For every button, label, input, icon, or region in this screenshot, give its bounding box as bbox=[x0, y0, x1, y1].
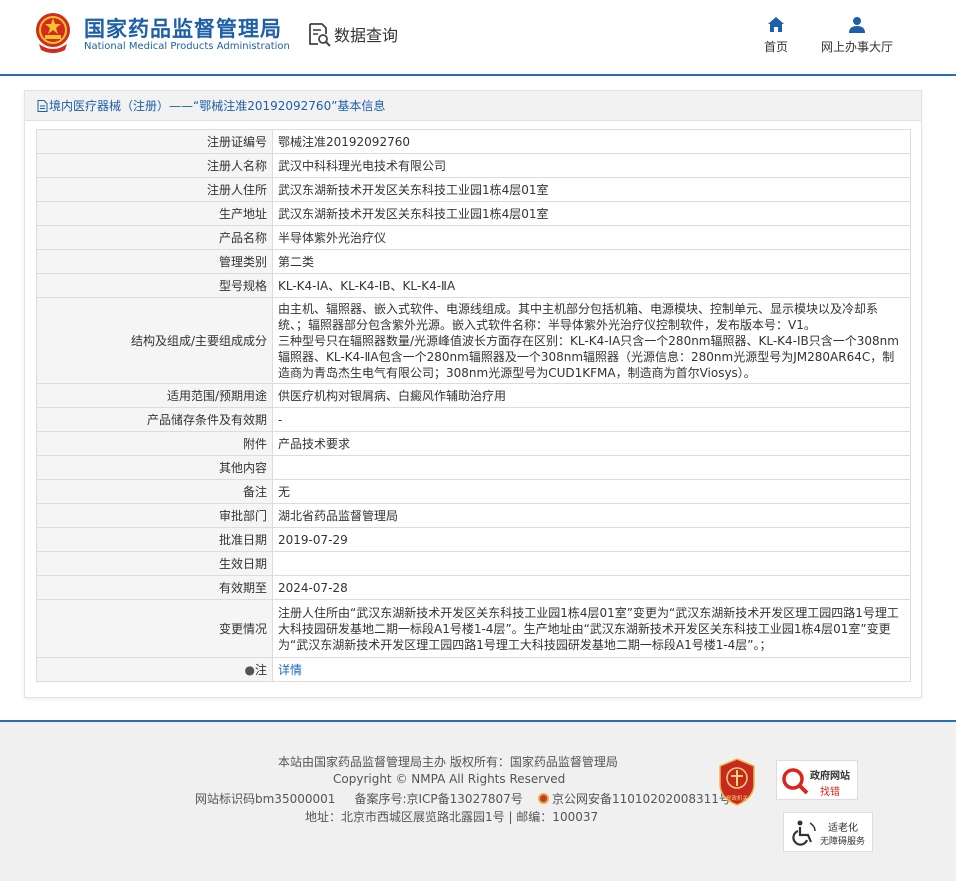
table-row: 注册证编号 鄂械注准20192092760 bbox=[36, 129, 911, 154]
row-label: 注册人住所 bbox=[36, 177, 273, 202]
table-row: 批准日期 2019-07-29 bbox=[36, 527, 911, 552]
document-icon bbox=[37, 99, 48, 112]
row-value bbox=[272, 551, 911, 576]
row-value: 湖北省药品监督管理局 bbox=[272, 503, 911, 528]
row-label: 生产地址 bbox=[36, 201, 273, 226]
table-row: 产品名称 半导体紫外光治疗仪 bbox=[36, 225, 911, 250]
nav-online-hall[interactable]: 网上办事大厅 bbox=[814, 16, 900, 55]
row-value: - bbox=[272, 407, 911, 432]
row-label: 审批部门 bbox=[36, 503, 273, 528]
gov-site-sub: 找错 bbox=[820, 787, 840, 798]
table-row: ●注 详情 bbox=[36, 657, 911, 682]
accessibility-service[interactable]: 适老化 无障碍服务 bbox=[783, 812, 873, 852]
footer-site-id: 网站标识码bm35000001 bbox=[195, 792, 336, 806]
table-row: 注册人住所 武汉东湖新技术开发区关东科技工业园1栋4层01室 bbox=[36, 177, 911, 202]
table-row: 产品储存条件及有效期 - bbox=[36, 407, 911, 432]
party-government-badge-icon[interactable]: 党政机关 bbox=[717, 758, 757, 806]
footer-police-link[interactable]: 京公网安备11010202008311号 bbox=[552, 792, 731, 806]
footer-copyright: Copyright © NMPA All Rights Reserved bbox=[333, 772, 566, 786]
details-link[interactable]: 详情 bbox=[278, 663, 302, 677]
table-row: 生效日期 bbox=[36, 551, 911, 576]
magnifier-icon bbox=[782, 768, 809, 795]
site-footer: 本站由国家药品监督管理局主办 版权所有：国家药品监督管理局 Copyright … bbox=[0, 722, 956, 881]
row-label: 批准日期 bbox=[36, 527, 273, 552]
note-label: 注 bbox=[254, 663, 267, 677]
row-value: 2024-07-28 bbox=[272, 575, 911, 600]
row-label: 其他内容 bbox=[36, 455, 273, 480]
table-row: 附件 产品技术要求 bbox=[36, 431, 911, 456]
row-label: 适用范围/预期用途 bbox=[36, 383, 273, 408]
row-value: 由主机、辐照器、嵌入式软件、电源线组成。其中主机部分包括机箱、电源模块、控制单元… bbox=[272, 297, 911, 384]
table-row: 有效期至 2024-07-28 bbox=[36, 575, 911, 600]
row-value: 无 bbox=[272, 479, 911, 504]
note-label-cell: ●注 bbox=[36, 657, 273, 682]
row-value: 武汉中科科理光电技术有限公司 bbox=[272, 153, 911, 178]
police-badge-icon bbox=[538, 793, 550, 804]
gov-site-title: 政府网站 bbox=[810, 771, 850, 782]
table-row: 其他内容 bbox=[36, 455, 911, 480]
user-icon bbox=[849, 17, 865, 33]
nav-home-label: 首页 bbox=[763, 40, 788, 54]
row-value: 武汉东湖新技术开发区关东科技工业园1栋4层01室 bbox=[272, 201, 911, 226]
elder-title: 适老化 bbox=[828, 823, 858, 834]
row-label: 生效日期 bbox=[36, 551, 273, 576]
row-label: 产品储存条件及有效期 bbox=[36, 407, 273, 432]
row-value: 第二类 bbox=[272, 249, 911, 274]
gov-site-error-report[interactable]: 政府网站 找错 bbox=[776, 760, 858, 800]
table-row: 管理类别 第二类 bbox=[36, 249, 911, 274]
row-label: 注册证编号 bbox=[36, 129, 273, 154]
row-value: 注册人住所由“武汉东湖新技术开发区关东科技工业园1栋4层01室”变更为“武汉东湖… bbox=[272, 599, 911, 658]
row-label: 结构及组成/主要组成成分 bbox=[36, 297, 273, 384]
elder-sub: 无障碍服务 bbox=[820, 837, 866, 847]
row-value: 2019-07-29 bbox=[272, 527, 911, 552]
table-row: 生产地址 武汉东湖新技术开发区关东科技工业园1栋4层01室 bbox=[36, 201, 911, 226]
row-label: 有效期至 bbox=[36, 575, 273, 600]
party-badge-text: 党政机关 bbox=[726, 794, 749, 802]
panel-header: 境内医疗器械（注册）——“鄂械注准20192092760”基本信息 bbox=[25, 91, 921, 121]
site-name-cn: 国家药品监督管理局 bbox=[84, 17, 282, 41]
national-emblem-icon bbox=[36, 13, 70, 53]
data-query-title[interactable]: 数据查询 bbox=[306, 20, 398, 48]
row-value: 产品技术要求 bbox=[272, 431, 911, 456]
table-row: 结构及组成/主要组成成分 由主机、辐照器、嵌入式软件、电源线组成。其中主机部分包… bbox=[36, 297, 911, 384]
row-label: 注册人名称 bbox=[36, 153, 273, 178]
table-row: 型号规格 KL-K4-ⅠA、KL-K4-ⅠB、KL-K4-ⅡA bbox=[36, 273, 911, 298]
row-label: 备注 bbox=[36, 479, 273, 504]
home-icon bbox=[768, 17, 784, 32]
nav-online-hall-label: 网上办事大厅 bbox=[820, 40, 893, 54]
row-label: 型号规格 bbox=[36, 273, 273, 298]
site-name-en: National Medical Products Administration bbox=[84, 41, 290, 52]
document-search-icon bbox=[309, 23, 331, 47]
footer-address: 地址：北京市西城区展览路北露园1号 | 邮编：100037 bbox=[305, 810, 599, 824]
footer-icp-link[interactable]: 备案序号:京ICP备13027807号 bbox=[354, 792, 522, 806]
row-label: 变更情况 bbox=[36, 599, 273, 658]
row-value: KL-K4-ⅠA、KL-K4-ⅠB、KL-K4-ⅡA bbox=[272, 273, 911, 298]
table-row: 适用范围/预期用途 供医疗机构对银屑病、白癜风作辅助治疗用 bbox=[36, 383, 911, 408]
note-value: 详情 bbox=[272, 657, 911, 682]
wheelchair-icon bbox=[792, 820, 816, 846]
table-row: 变更情况 注册人住所由“武汉东湖新技术开发区关东科技工业园1栋4层01室”变更为… bbox=[36, 599, 911, 658]
data-query-label: 数据查询 bbox=[334, 26, 399, 45]
row-value: 半导体紫外光治疗仪 bbox=[272, 225, 911, 250]
nav-home[interactable]: 首页 bbox=[756, 16, 796, 55]
row-value: 鄂械注准20192092760 bbox=[272, 129, 911, 154]
row-label: 管理类别 bbox=[36, 249, 273, 274]
footer-sponsor: 本站由国家药品监督管理局主办 版权所有：国家药品监督管理局 bbox=[278, 755, 618, 769]
row-label: 产品名称 bbox=[36, 225, 273, 250]
table-row: 审批部门 湖北省药品监督管理局 bbox=[36, 503, 911, 528]
lightbulb-icon: ● bbox=[244, 663, 255, 677]
registration-info-table: 注册证编号 鄂械注准20192092760 注册人名称 武汉中科科理光电技术有限… bbox=[36, 129, 911, 682]
panel-title: 境内医疗器械（注册）——“鄂械注准20192092760”基本信息 bbox=[49, 99, 386, 113]
table-row: 注册人名称 武汉中科科理光电技术有限公司 bbox=[36, 153, 911, 178]
footer-registration: 网站标识码bm35000001 备案序号:京ICP备13027807号 京公网安… bbox=[195, 790, 731, 807]
table-row: 备注 无 bbox=[36, 479, 911, 504]
row-value bbox=[272, 455, 911, 480]
site-header: 国家药品监督管理局 National Medical Products Admi… bbox=[0, 0, 956, 76]
row-value: 武汉东湖新技术开发区关东科技工业园1栋4层01室 bbox=[272, 177, 911, 202]
detail-panel: 境内医疗器械（注册）——“鄂械注准20192092760”基本信息 注册证编号 … bbox=[24, 90, 922, 698]
row-value: 供医疗机构对银屑病、白癜风作辅助治疗用 bbox=[272, 383, 911, 408]
row-label: 附件 bbox=[36, 431, 273, 456]
